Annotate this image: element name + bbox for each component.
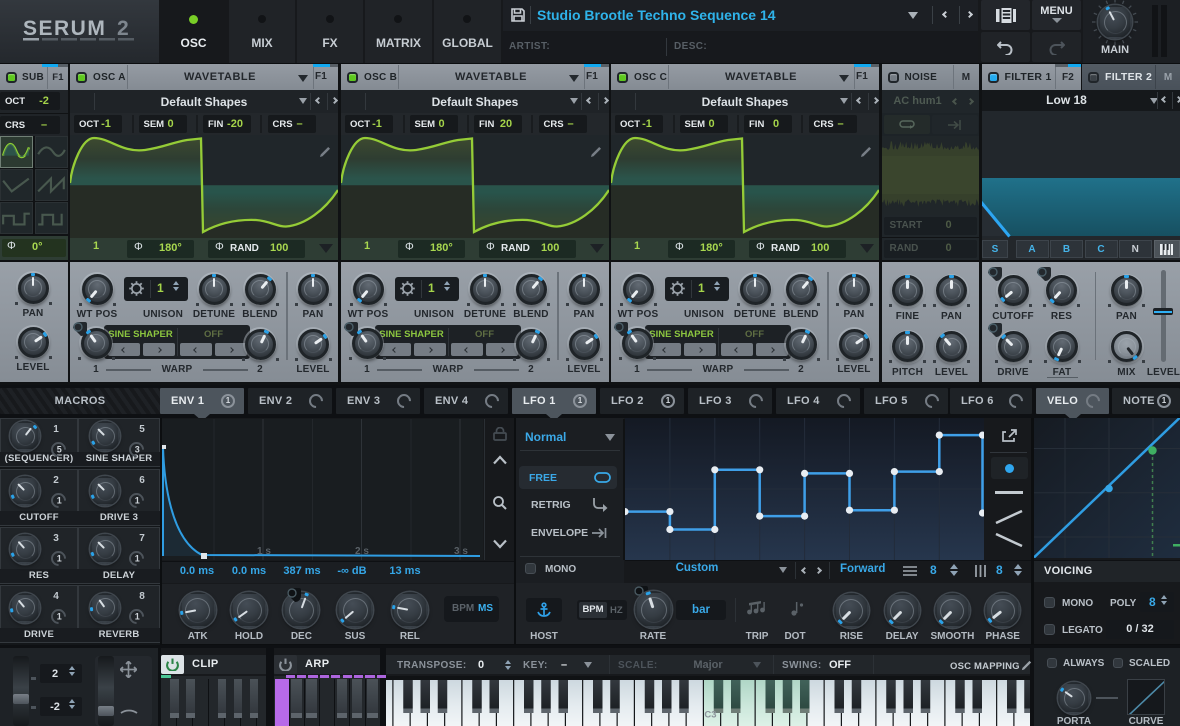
svg-text:2: 2 bbox=[117, 17, 129, 40]
svg-text:C3: C3 bbox=[705, 709, 717, 720]
svg-text:SERUM: SERUM bbox=[23, 17, 106, 40]
